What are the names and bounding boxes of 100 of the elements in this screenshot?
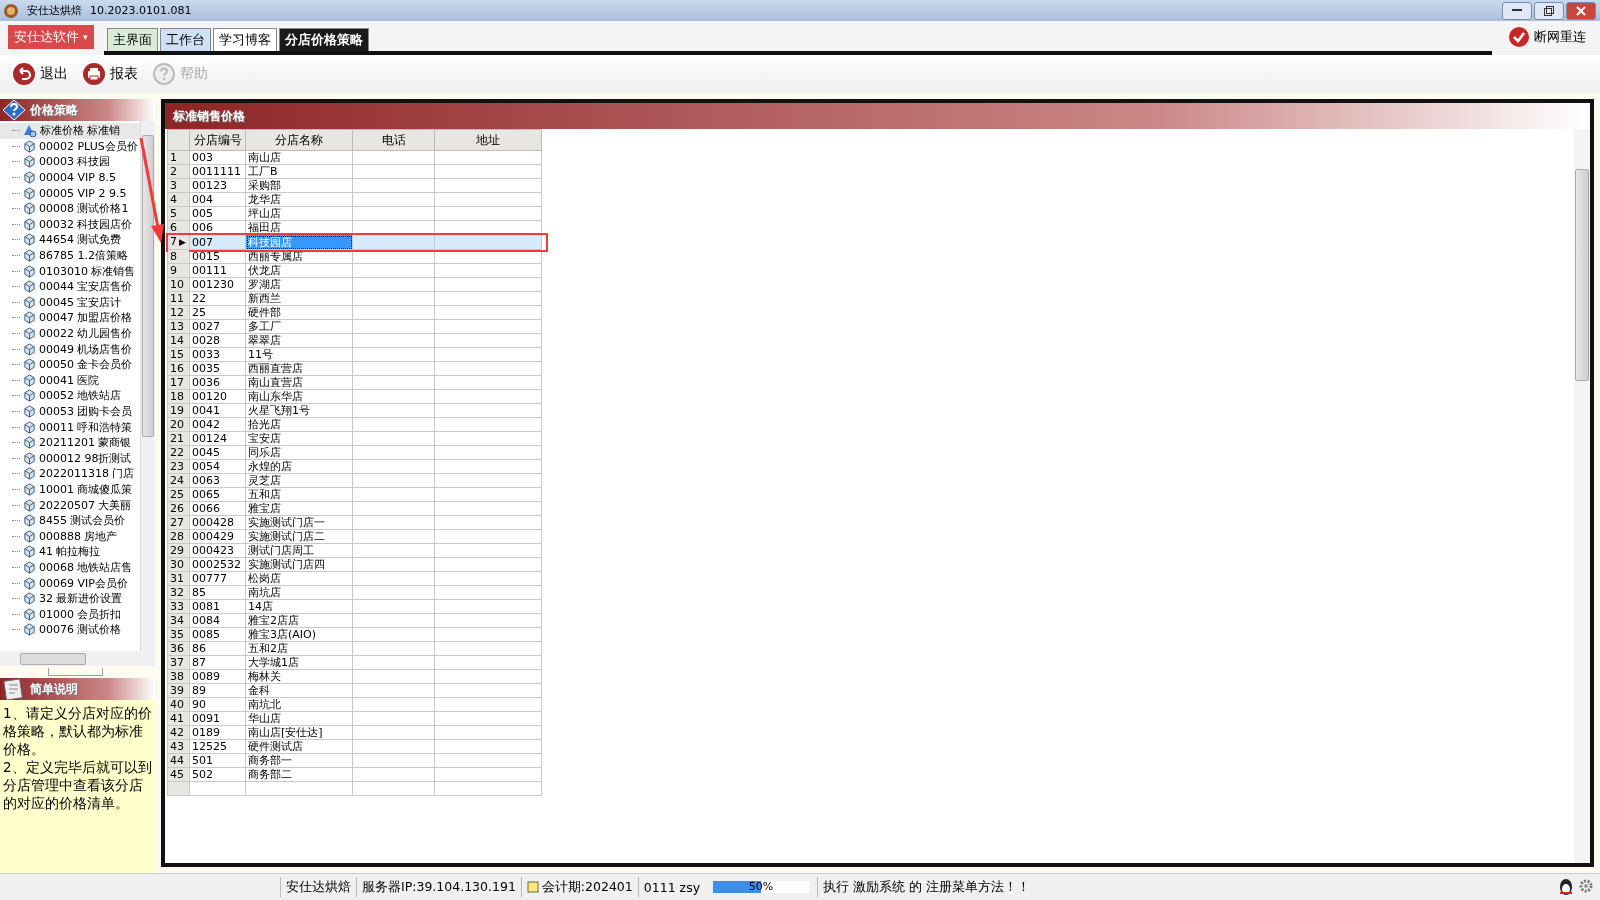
cube-icon <box>23 280 36 294</box>
gear-icon[interactable] <box>1578 878 1594 894</box>
row-number: 27 <box>170 516 184 529</box>
tree-item[interactable]: 41 帕拉梅拉 <box>0 544 140 560</box>
tree-item[interactable]: 00022 幼儿园售价 <box>0 325 140 342</box>
toolbar-button[interactable]: 报表 <box>82 62 138 86</box>
tree-item[interactable]: 000012 98折测试 <box>0 450 140 467</box>
note-icon <box>526 881 539 893</box>
row-number: 11 <box>170 292 184 305</box>
tab[interactable]: 分店价格策略 <box>278 28 369 51</box>
tree-item[interactable]: 00049 机场店售价 <box>0 341 140 357</box>
row-number: 40 <box>170 698 184 711</box>
tree-item[interactable]: 20220507 大美丽 <box>0 497 140 513</box>
tab[interactable]: 工作台 <box>159 28 211 51</box>
tree-item[interactable]: 00069 VIP会员价 <box>0 575 140 591</box>
tree-item[interactable]: 8455 测试会员价 <box>0 512 140 529</box>
tree-item[interactable]: 86785 1.2倍策略 <box>0 247 140 264</box>
minimize-button[interactable] <box>1502 1 1532 20</box>
tree-item[interactable]: 00011 呼和浩特策 <box>0 419 140 435</box>
tree-item[interactable]: 00045 宝安店计 <box>0 294 140 311</box>
close-icon <box>1576 5 1586 16</box>
tree-item[interactable]: 0103010 标准销售 <box>0 263 140 279</box>
tree-item[interactable]: 00032 科技园店价 <box>0 216 140 233</box>
cube-icon <box>23 295 36 309</box>
tree-item[interactable]: 32 最新进价设置 <box>0 590 140 607</box>
tree-item[interactable]: 00002 PLUS会员价 <box>0 138 140 155</box>
app-icon <box>3 2 19 19</box>
tree-item[interactable]: 00004 VIP 8.5 <box>0 169 140 186</box>
cube-icon <box>23 420 36 434</box>
restore-button[interactable] <box>1534 1 1564 20</box>
row-number: 45 <box>170 768 184 781</box>
row-number: 37 <box>170 656 184 669</box>
cube-icon <box>23 607 36 621</box>
row-number: 35 <box>170 628 184 641</box>
tab[interactable]: 学习博客 <box>212 28 277 51</box>
cube-icon <box>23 233 36 247</box>
row-number: 32 <box>170 586 184 599</box>
cube-icon <box>23 358 36 372</box>
tree-item[interactable]: 00005 VIP 2 9.5 <box>0 185 140 201</box>
description-text: 2、定义完毕后就可以到分店管理中查看该分店的对应的价格清单。 <box>3 758 152 812</box>
row-number: 34 <box>170 614 184 627</box>
restore-icon <box>1544 5 1554 16</box>
row-number: 41 <box>170 712 184 725</box>
tree-item[interactable]: 10001 商城傻瓜策 <box>0 481 140 498</box>
help-icon <box>152 62 176 86</box>
penguin-icon[interactable] <box>1558 878 1574 896</box>
cube-icon <box>23 217 36 231</box>
tree-item[interactable]: 01000 会员折扣 <box>0 606 140 622</box>
tree-item[interactable]: 00050 金卡会员价 <box>0 356 140 373</box>
row-number: 26 <box>170 502 184 515</box>
cube-icon <box>23 186 36 200</box>
tree-item[interactable]: 00053 团购卡会员 <box>0 403 140 420</box>
menu-button[interactable]: 安仕达软件 ▾ <box>8 25 94 49</box>
tab[interactable]: 主界面 <box>106 28 158 51</box>
status-text: 会计期:202401 <box>520 877 638 897</box>
close-button[interactable] <box>1566 1 1596 20</box>
column-header[interactable]: 分店编号 <box>189 129 246 151</box>
tree-item[interactable]: 00068 地铁站店售 <box>0 559 140 576</box>
column-header[interactable]: 电话 <box>352 129 435 151</box>
row-number: 14 <box>170 334 184 347</box>
horizontal-scrollbar[interactable] <box>0 651 155 666</box>
cube-icon <box>23 576 36 590</box>
tree-item[interactable]: 00076 测试价格 <box>0 622 140 638</box>
tree-item[interactable]: 00003 科技园 <box>0 154 140 170</box>
cube-icon <box>23 467 36 481</box>
reconnect-button[interactable]: 断网重连 <box>1502 25 1592 49</box>
row-number: 5 <box>170 207 177 220</box>
tree-item[interactable]: 00041 医院 <box>0 372 140 389</box>
row-number: 7 <box>170 235 177 248</box>
status-text: 0111 zsy <box>637 877 706 897</box>
tree-item[interactable]: 标准价格 标准销 <box>0 123 140 139</box>
tree-item[interactable]: 00044 宝安店售价 <box>0 278 140 295</box>
cube-icon <box>23 342 36 356</box>
scrollbar[interactable] <box>1574 129 1590 863</box>
row-number: 20 <box>170 418 184 431</box>
tree-item[interactable]: 00008 测试价格1 <box>0 200 140 217</box>
tree-item[interactable]: 44654 测试免费 <box>0 232 140 248</box>
row-number: 30 <box>170 558 184 571</box>
table-title: 标准销售价格 <box>172 107 245 125</box>
tree-item[interactable]: 000888 房地产 <box>0 528 140 545</box>
splitter-handle[interactable] <box>48 668 103 676</box>
row-number: 2 <box>170 165 177 178</box>
tree-item[interactable]: 00052 地铁站店 <box>0 388 140 404</box>
undo-icon <box>12 62 36 86</box>
tree-item[interactable]: 00047 加盟店价格 <box>0 310 140 326</box>
cube-icon <box>23 405 36 418</box>
row-number: 23 <box>170 460 184 473</box>
cube-icon <box>23 451 36 465</box>
row-number: 19 <box>170 404 184 417</box>
column-header[interactable]: 地址 <box>434 129 542 151</box>
tree-item[interactable]: 2022011318 门店 <box>0 466 140 482</box>
toolbar-button[interactable]: 退出 <box>12 62 68 86</box>
column-header[interactable]: 分店名称 <box>245 129 353 151</box>
scrollbar[interactable] <box>140 121 155 651</box>
tree-item[interactable]: 20211201 蒙商银 <box>0 434 140 451</box>
row-number: 6 <box>170 221 177 234</box>
cube-icon <box>23 155 36 169</box>
document-icon <box>2 678 26 700</box>
row-number: 29 <box>170 544 184 557</box>
cube-icon <box>23 514 36 528</box>
